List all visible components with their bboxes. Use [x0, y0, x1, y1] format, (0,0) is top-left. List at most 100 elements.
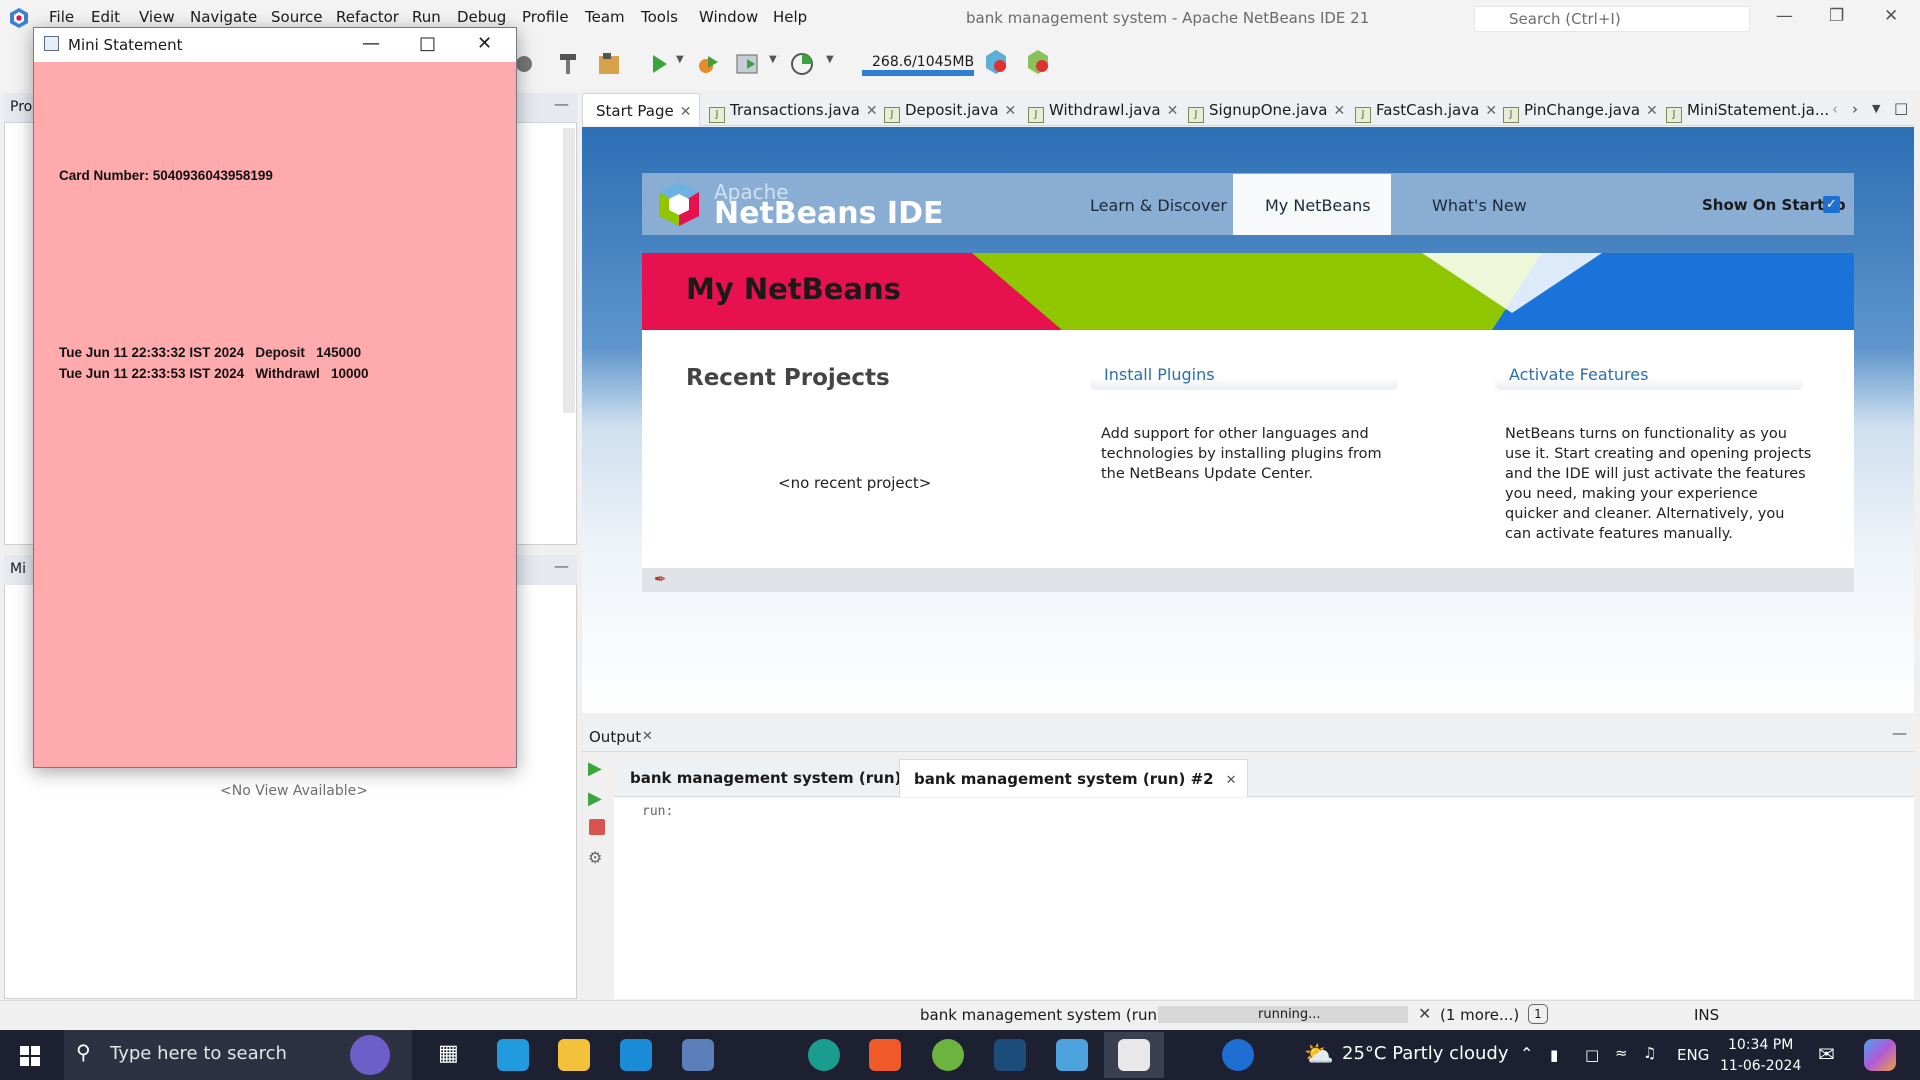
close-icon[interactable]: ✕	[1226, 773, 1237, 788]
tab-ministatement[interactable]: J MiniStatement.ja...	[1666, 93, 1829, 126]
clock[interactable]: 10:34 PM 11-06-2024	[1720, 1035, 1801, 1077]
task-view-icon[interactable]: ▦	[438, 1041, 459, 1066]
minimize-panel-icon[interactable]: —	[554, 95, 569, 113]
close-icon[interactable]: ✕	[1005, 103, 1017, 119]
stop-icon[interactable]	[516, 56, 532, 72]
cancel-task-icon[interactable]: ✕	[1418, 1004, 1431, 1023]
minimize-icon[interactable]: —	[1776, 6, 1793, 26]
menu-run[interactable]: Run	[412, 8, 441, 26]
menu-file[interactable]: File	[49, 8, 74, 26]
chevron-down-icon[interactable]: ▼	[676, 54, 684, 65]
tab-my-netbeans[interactable]: My NetBeans	[1265, 196, 1371, 215]
menu-tools[interactable]: Tools	[641, 8, 678, 26]
build-icon[interactable]	[595, 50, 623, 78]
mail-icon[interactable]	[620, 1039, 652, 1071]
output-tab-run-2[interactable]: bank management system (run) #2 ✕	[899, 759, 1248, 797]
close-icon[interactable]: ✕	[477, 33, 492, 54]
clean-build-icon[interactable]	[554, 50, 582, 78]
language-indicator[interactable]: ENG	[1677, 1046, 1709, 1064]
menu-debug[interactable]: Debug	[457, 8, 506, 26]
volume-icon[interactable]: ♫	[1643, 1044, 1656, 1062]
profiler-icon[interactable]	[1024, 48, 1052, 76]
debug-icon[interactable]	[694, 50, 722, 78]
copilot-icon[interactable]	[1864, 1039, 1896, 1071]
chevron-up-icon[interactable]: ⌃	[1520, 1044, 1533, 1063]
chevron-down-icon[interactable]: ▼	[826, 54, 834, 65]
weather-text[interactable]: 25°C Partly cloudy	[1342, 1043, 1509, 1064]
brave-icon[interactable]	[869, 1039, 901, 1071]
tab-start-page[interactable]: Start Page ✕	[582, 93, 701, 126]
rerun-icon[interactable]: ▶	[588, 758, 602, 779]
taskbar-search[interactable]: ⚲ Type here to search	[64, 1030, 412, 1080]
settings-icon[interactable]: ⚙	[588, 848, 602, 867]
menu-view[interactable]: View	[139, 8, 175, 26]
tab-signupone[interactable]: J SignupOne.java ✕	[1188, 93, 1345, 126]
search-input[interactable]: Search (Ctrl+I)	[1474, 6, 1750, 32]
output-tab-run[interactable]: bank management system (run)✕	[630, 759, 924, 797]
chevron-down-icon[interactable]: ▼	[769, 54, 777, 65]
menu-source[interactable]: Source	[271, 8, 323, 26]
spring-tools-icon[interactable]	[932, 1039, 964, 1071]
microsoft-store-icon[interactable]	[497, 1039, 529, 1071]
scroll-left-icon[interactable]: ‹	[1832, 100, 1838, 118]
virtualbox-icon[interactable]	[682, 1039, 714, 1071]
close-icon[interactable]: ✕	[1167, 103, 1179, 119]
wifi-icon[interactable]: ≈	[1615, 1044, 1628, 1062]
menu-edit[interactable]: Edit	[91, 8, 120, 26]
scroll-right-icon[interactable]: ›	[1852, 100, 1858, 118]
tab-deposit[interactable]: J Deposit.java ✕	[884, 93, 1016, 126]
edge-icon[interactable]	[808, 1039, 840, 1071]
help-icon[interactable]	[1222, 1039, 1254, 1071]
chevron-down-icon[interactable]: ▼	[1872, 102, 1880, 115]
output-console[interactable]	[614, 798, 1914, 999]
profile-icon[interactable]	[733, 50, 761, 78]
show-on-startup-checkbox[interactable]: ✓	[1823, 196, 1840, 213]
tab-withdrawl[interactable]: J Withdrawl.java ✕	[1028, 93, 1178, 126]
windows-start-icon[interactable]	[20, 1046, 40, 1066]
mysql-workbench-icon[interactable]	[994, 1039, 1026, 1071]
run-icon[interactable]	[645, 50, 673, 78]
tab-fastcash[interactable]: J FastCash.java ✕	[1355, 93, 1497, 126]
tab-whats-new[interactable]: What's New	[1432, 196, 1527, 215]
close-icon[interactable]: ✕	[866, 103, 878, 119]
apply-code-changes-icon[interactable]	[788, 50, 816, 78]
close-icon[interactable]: ✕	[642, 729, 653, 744]
file-explorer-icon[interactable]	[558, 1039, 590, 1071]
minimize-panel-icon[interactable]: —	[554, 557, 569, 575]
menu-navigate[interactable]: Navigate	[190, 8, 257, 26]
menu-team[interactable]: Team	[585, 8, 625, 26]
rerun-with-params-icon[interactable]: ▶	[588, 788, 602, 809]
menu-help[interactable]: Help	[773, 8, 807, 26]
navigator-tab-label[interactable]: Mi	[10, 561, 26, 577]
projects-scrollbar[interactable]	[563, 128, 575, 413]
install-plugins-link[interactable]: Install Plugins	[1104, 365, 1215, 384]
menu-refactor[interactable]: Refactor	[336, 8, 399, 26]
projects-tab-label[interactable]: Pro	[10, 99, 32, 115]
menu-window[interactable]: Window	[699, 8, 758, 26]
maximize-icon[interactable]: □	[419, 33, 436, 54]
stop-icon[interactable]	[589, 819, 605, 835]
close-icon[interactable]: ✕	[1884, 6, 1898, 26]
output-title[interactable]: Output	[589, 728, 641, 746]
battery-icon[interactable]: ▮	[1550, 1046, 1558, 1064]
close-icon[interactable]: ✕	[1485, 103, 1497, 119]
memory-indicator[interactable]: 268.6/1045MB	[862, 50, 974, 78]
activate-features-link[interactable]: Activate Features	[1509, 365, 1648, 384]
close-icon[interactable]: ✕	[680, 104, 692, 120]
tab-transactions[interactable]: J Transactions.java ✕	[709, 93, 878, 126]
netbeans-taskbar-icon[interactable]	[1056, 1039, 1088, 1071]
menu-profile[interactable]: Profile	[522, 8, 569, 26]
close-icon[interactable]: ✕	[1333, 103, 1345, 119]
maximize-icon[interactable]: □	[1894, 99, 1908, 117]
notifications-icon[interactable]: ✉	[1818, 1042, 1835, 1066]
notifications-badge[interactable]: 1	[1528, 1004, 1548, 1024]
status-more-tasks[interactable]: (1 more...)	[1440, 1006, 1519, 1024]
minimize-icon[interactable]: —	[362, 33, 380, 54]
close-icon[interactable]: ✕	[1646, 103, 1658, 119]
widget-clock-icon[interactable]	[350, 1035, 390, 1075]
status-task[interactable]: bank management system (run) #2	[920, 1006, 1190, 1024]
restore-icon[interactable]: ❐	[1829, 6, 1844, 26]
java-app-icon[interactable]	[1118, 1039, 1150, 1071]
minimize-panel-icon[interactable]: —	[1892, 724, 1907, 742]
tab-learn-discover[interactable]: Learn & Discover	[1090, 196, 1227, 215]
